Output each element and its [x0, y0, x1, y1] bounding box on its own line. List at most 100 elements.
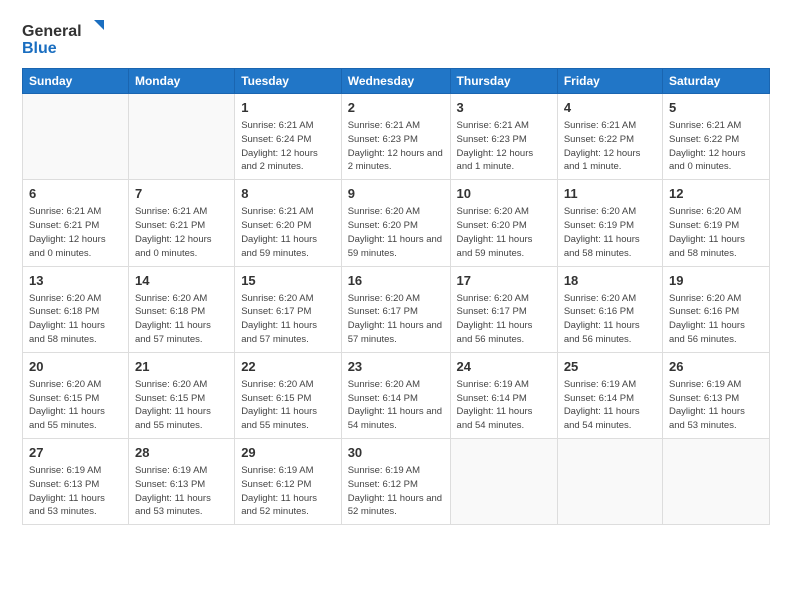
day-info: Sunrise: 6:21 AM Sunset: 6:22 PM Dayligh…: [669, 119, 763, 174]
calendar-cell: 7 Sunrise: 6:21 AM Sunset: 6:21 PM Daylig…: [128, 180, 234, 266]
day-number: 10: [457, 185, 551, 203]
calendar-cell: [662, 439, 769, 525]
svg-text:General: General: [22, 23, 82, 40]
day-info: Sunrise: 6:20 AM Sunset: 6:18 PM Dayligh…: [135, 292, 228, 347]
logo: General Blue: [22, 18, 112, 58]
calendar-cell: [128, 94, 234, 180]
calendar-cell: 30 Sunrise: 6:19 AM Sunset: 6:12 PM Dayli…: [341, 439, 450, 525]
day-info: Sunrise: 6:20 AM Sunset: 6:14 PM Dayligh…: [348, 378, 444, 433]
calendar-cell: [557, 439, 662, 525]
calendar-cell: 11 Sunrise: 6:20 AM Sunset: 6:19 PM Dayli…: [557, 180, 662, 266]
day-number: 14: [135, 272, 228, 290]
day-number: 13: [29, 272, 122, 290]
day-number: 26: [669, 358, 763, 376]
calendar-cell: 8 Sunrise: 6:21 AM Sunset: 6:20 PM Daylig…: [235, 180, 342, 266]
day-number: 20: [29, 358, 122, 376]
calendar-cell: 6 Sunrise: 6:21 AM Sunset: 6:21 PM Daylig…: [23, 180, 129, 266]
calendar-cell: 3 Sunrise: 6:21 AM Sunset: 6:23 PM Daylig…: [450, 94, 557, 180]
day-number: 25: [564, 358, 656, 376]
calendar-cell: 22 Sunrise: 6:20 AM Sunset: 6:15 PM Dayli…: [235, 352, 342, 438]
calendar-cell: 13 Sunrise: 6:20 AM Sunset: 6:18 PM Dayli…: [23, 266, 129, 352]
calendar-cell: 17 Sunrise: 6:20 AM Sunset: 6:17 PM Dayli…: [450, 266, 557, 352]
day-number: 5: [669, 99, 763, 117]
calendar-cell: 4 Sunrise: 6:21 AM Sunset: 6:22 PM Daylig…: [557, 94, 662, 180]
calendar-cell: 25 Sunrise: 6:19 AM Sunset: 6:14 PM Dayli…: [557, 352, 662, 438]
calendar-cell: 10 Sunrise: 6:20 AM Sunset: 6:20 PM Dayli…: [450, 180, 557, 266]
day-info: Sunrise: 6:20 AM Sunset: 6:20 PM Dayligh…: [457, 205, 551, 260]
weekday-header-thursday: Thursday: [450, 69, 557, 94]
day-info: Sunrise: 6:21 AM Sunset: 6:22 PM Dayligh…: [564, 119, 656, 174]
day-info: Sunrise: 6:21 AM Sunset: 6:23 PM Dayligh…: [457, 119, 551, 174]
calendar-header-row: SundayMondayTuesdayWednesdayThursdayFrid…: [23, 69, 770, 94]
day-number: 16: [348, 272, 444, 290]
calendar-cell: 21 Sunrise: 6:20 AM Sunset: 6:15 PM Dayli…: [128, 352, 234, 438]
calendar-week-4: 20 Sunrise: 6:20 AM Sunset: 6:15 PM Dayli…: [23, 352, 770, 438]
day-info: Sunrise: 6:20 AM Sunset: 6:15 PM Dayligh…: [241, 378, 335, 433]
day-number: 1: [241, 99, 335, 117]
day-info: Sunrise: 6:20 AM Sunset: 6:18 PM Dayligh…: [29, 292, 122, 347]
calendar-week-2: 6 Sunrise: 6:21 AM Sunset: 6:21 PM Daylig…: [23, 180, 770, 266]
logo-svg: General Blue: [22, 18, 112, 58]
day-info: Sunrise: 6:19 AM Sunset: 6:12 PM Dayligh…: [241, 464, 335, 519]
calendar-cell: 12Sunrise: 6:20 AM Sunset: 6:19 PM Dayli…: [662, 180, 769, 266]
calendar-cell: 27Sunrise: 6:19 AM Sunset: 6:13 PM Dayli…: [23, 439, 129, 525]
calendar-cell: 19 Sunrise: 6:20 AM Sunset: 6:16 PM Dayli…: [662, 266, 769, 352]
day-info: Sunrise: 6:20 AM Sunset: 6:20 PM Dayligh…: [348, 205, 444, 260]
day-number: 19: [669, 272, 763, 290]
day-number: 22: [241, 358, 335, 376]
calendar-cell: 18 Sunrise: 6:20 AM Sunset: 6:16 PM Dayli…: [557, 266, 662, 352]
calendar-cell: 23 Sunrise: 6:20 AM Sunset: 6:14 PM Dayli…: [341, 352, 450, 438]
day-number: 17: [457, 272, 551, 290]
day-info: Sunrise: 6:20 AM Sunset: 6:17 PM Dayligh…: [241, 292, 335, 347]
day-info: Sunrise: 6:20 AM Sunset: 6:17 PM Dayligh…: [348, 292, 444, 347]
calendar-cell: 15Sunrise: 6:20 AM Sunset: 6:17 PM Dayli…: [235, 266, 342, 352]
calendar-cell: 14 Sunrise: 6:20 AM Sunset: 6:18 PM Dayli…: [128, 266, 234, 352]
day-number: 2: [348, 99, 444, 117]
day-number: 28: [135, 444, 228, 462]
day-info: Sunrise: 6:20 AM Sunset: 6:15 PM Dayligh…: [29, 378, 122, 433]
day-info: Sunrise: 6:21 AM Sunset: 6:20 PM Dayligh…: [241, 205, 335, 260]
day-info: Sunrise: 6:21 AM Sunset: 6:24 PM Dayligh…: [241, 119, 335, 174]
day-info: Sunrise: 6:21 AM Sunset: 6:21 PM Dayligh…: [29, 205, 122, 260]
day-info: Sunrise: 6:20 AM Sunset: 6:16 PM Dayligh…: [564, 292, 656, 347]
day-number: 23: [348, 358, 444, 376]
calendar-cell: 5 Sunrise: 6:21 AM Sunset: 6:22 PM Daylig…: [662, 94, 769, 180]
day-info: Sunrise: 6:20 AM Sunset: 6:19 PM Dayligh…: [669, 205, 763, 260]
day-number: 3: [457, 99, 551, 117]
day-number: 18: [564, 272, 656, 290]
day-info: Sunrise: 6:20 AM Sunset: 6:17 PM Dayligh…: [457, 292, 551, 347]
calendar-cell: 20 Sunrise: 6:20 AM Sunset: 6:15 PM Dayli…: [23, 352, 129, 438]
weekday-header-friday: Friday: [557, 69, 662, 94]
day-number: 9: [348, 185, 444, 203]
day-number: 21: [135, 358, 228, 376]
calendar-cell: 16 Sunrise: 6:20 AM Sunset: 6:17 PM Dayli…: [341, 266, 450, 352]
day-info: Sunrise: 6:19 AM Sunset: 6:13 PM Dayligh…: [135, 464, 228, 519]
day-info: Sunrise: 6:19 AM Sunset: 6:12 PM Dayligh…: [348, 464, 444, 519]
day-info: Sunrise: 6:20 AM Sunset: 6:15 PM Dayligh…: [135, 378, 228, 433]
calendar-cell: 26Sunrise: 6:19 AM Sunset: 6:13 PM Dayli…: [662, 352, 769, 438]
calendar-week-5: 27Sunrise: 6:19 AM Sunset: 6:13 PM Dayli…: [23, 439, 770, 525]
day-number: 29: [241, 444, 335, 462]
day-info: Sunrise: 6:19 AM Sunset: 6:14 PM Dayligh…: [457, 378, 551, 433]
calendar-cell: [450, 439, 557, 525]
calendar-cell: 9 Sunrise: 6:20 AM Sunset: 6:20 PM Daylig…: [341, 180, 450, 266]
day-number: 4: [564, 99, 656, 117]
day-number: 11: [564, 185, 656, 203]
calendar-week-1: 1 Sunrise: 6:21 AM Sunset: 6:24 PM Daylig…: [23, 94, 770, 180]
weekday-header-sunday: Sunday: [23, 69, 129, 94]
weekday-header-tuesday: Tuesday: [235, 69, 342, 94]
day-number: 6: [29, 185, 122, 203]
day-info: Sunrise: 6:21 AM Sunset: 6:21 PM Dayligh…: [135, 205, 228, 260]
day-number: 8: [241, 185, 335, 203]
day-info: Sunrise: 6:20 AM Sunset: 6:16 PM Dayligh…: [669, 292, 763, 347]
day-number: 7: [135, 185, 228, 203]
calendar-cell: [23, 94, 129, 180]
calendar-cell: 2Sunrise: 6:21 AM Sunset: 6:23 PM Daylig…: [341, 94, 450, 180]
day-number: 30: [348, 444, 444, 462]
calendar-table: SundayMondayTuesdayWednesdayThursdayFrid…: [22, 68, 770, 525]
svg-text:Blue: Blue: [22, 40, 57, 57]
calendar-cell: 28 Sunrise: 6:19 AM Sunset: 6:13 PM Dayli…: [128, 439, 234, 525]
day-info: Sunrise: 6:19 AM Sunset: 6:14 PM Dayligh…: [564, 378, 656, 433]
day-info: Sunrise: 6:20 AM Sunset: 6:19 PM Dayligh…: [564, 205, 656, 260]
weekday-header-saturday: Saturday: [662, 69, 769, 94]
